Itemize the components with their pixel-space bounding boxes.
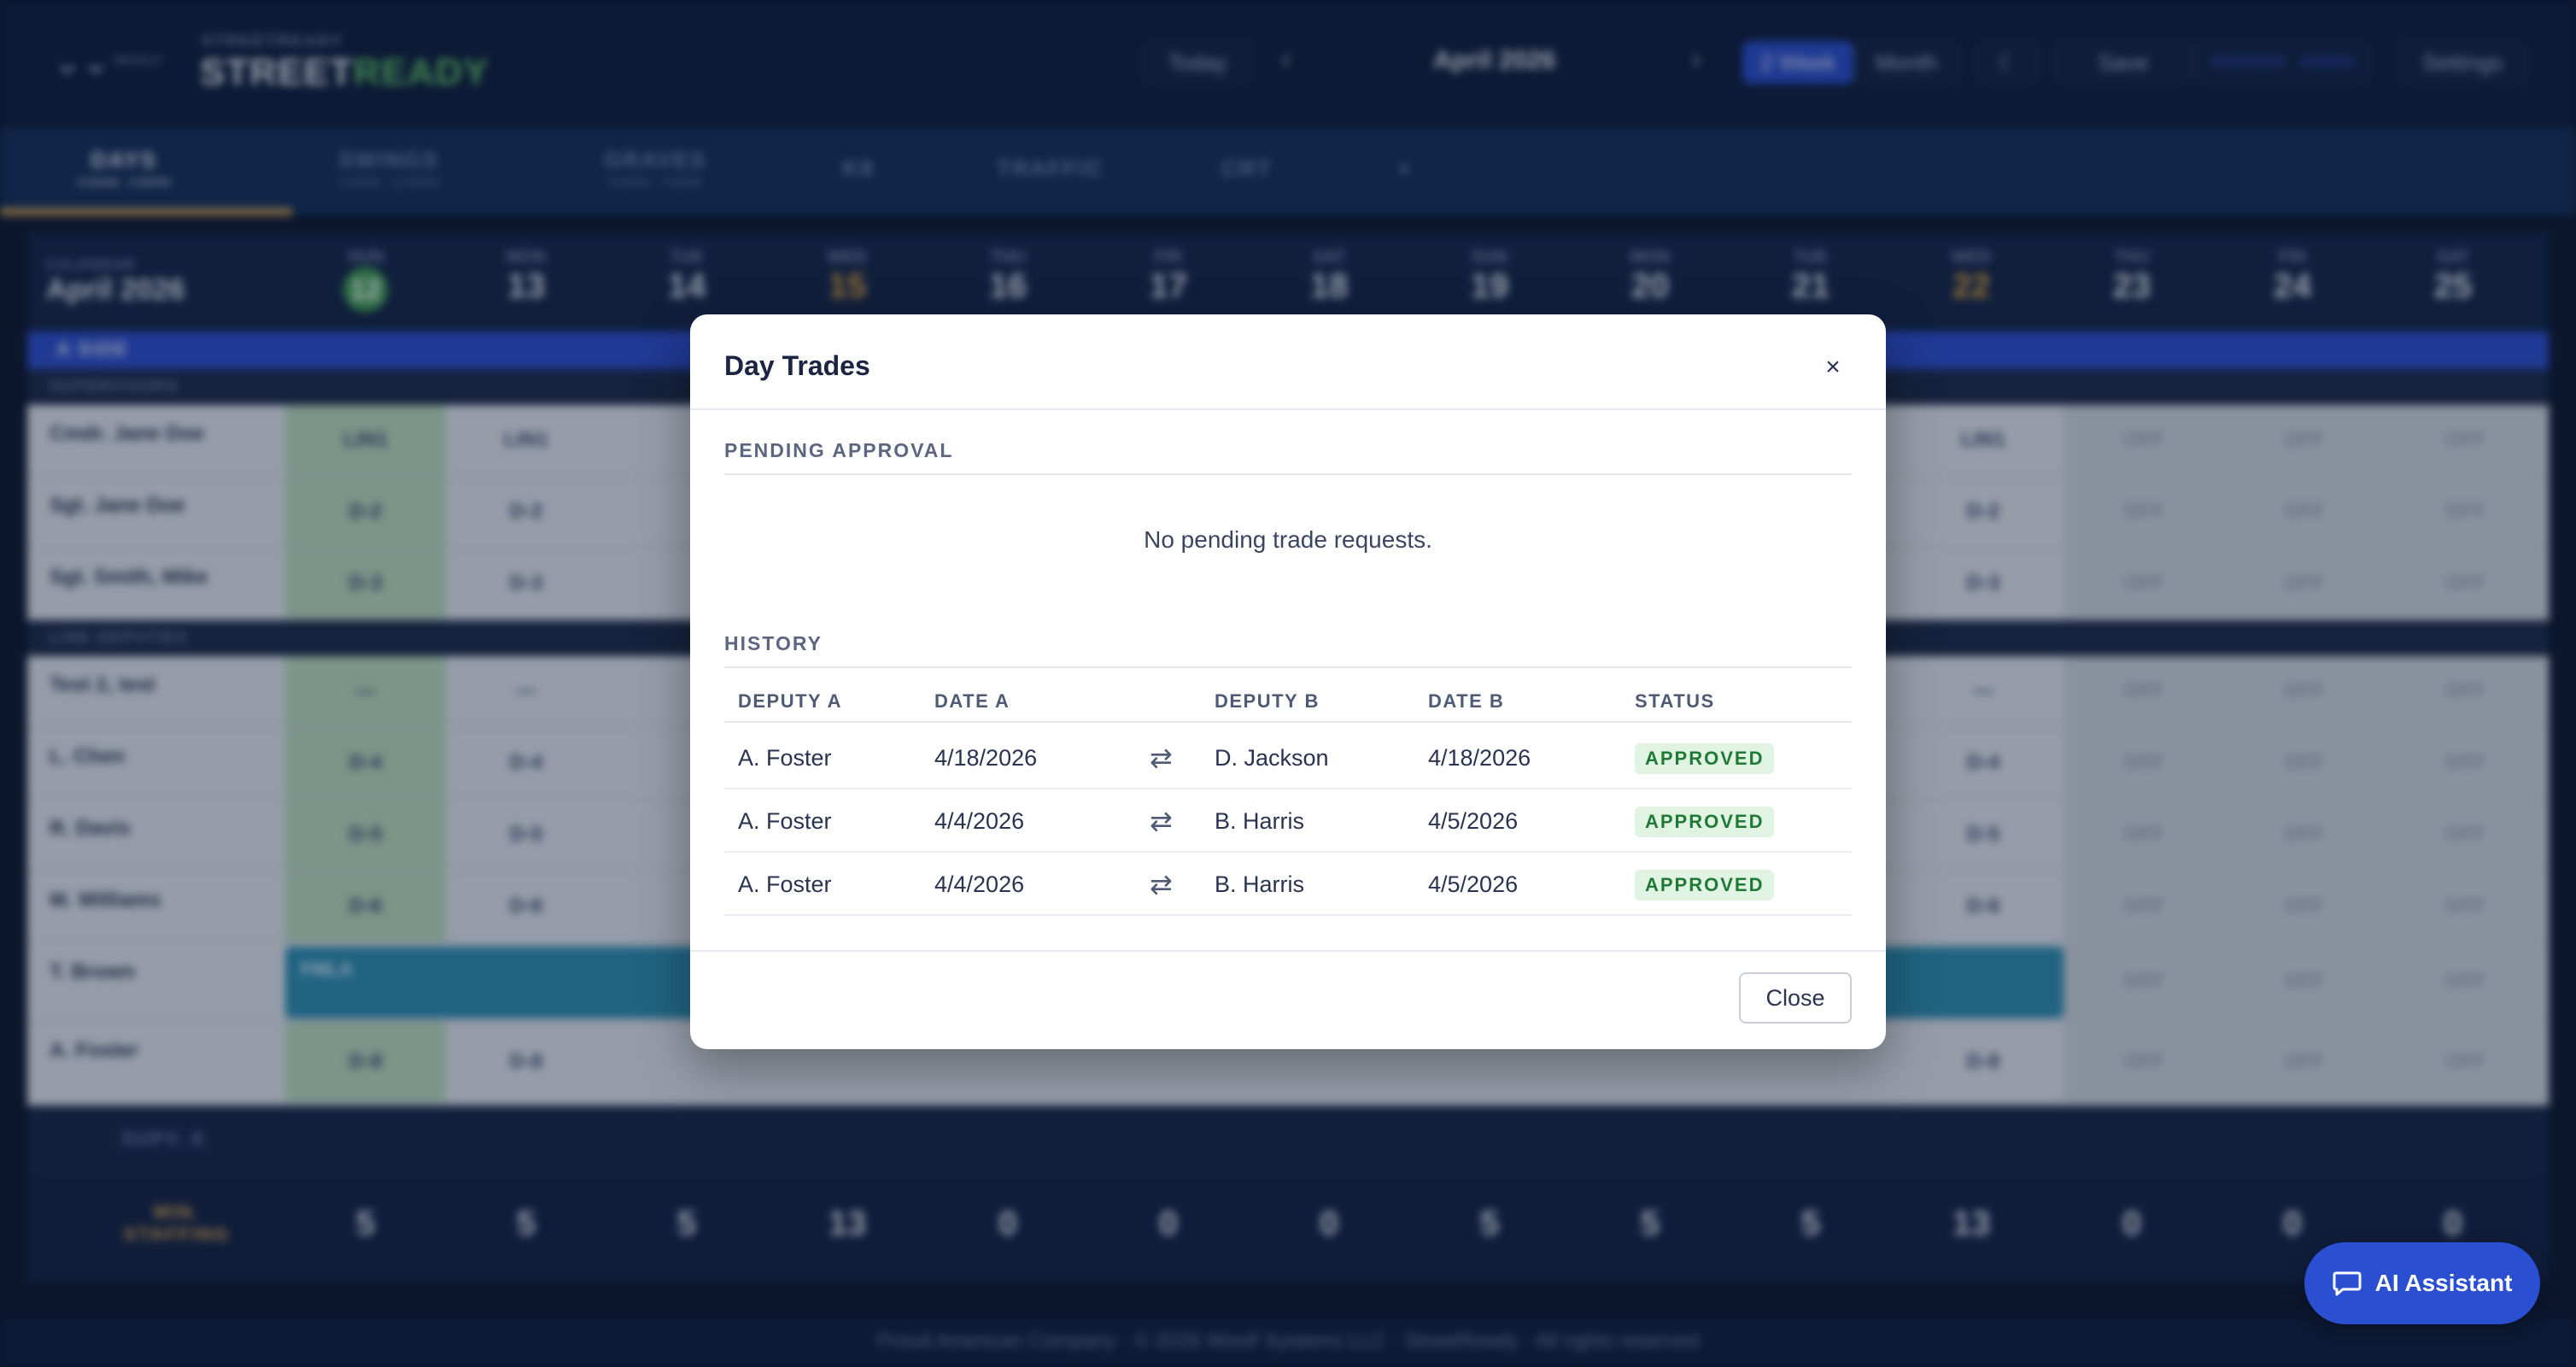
col-deputy-b: DEPUTY B [1215,690,1320,712]
status-badge: APPROVED [1635,807,1775,837]
divider [724,666,1852,668]
col-deputy-a: DEPUTY A [738,690,843,712]
day-trades-dialog: Day Trades × PENDING APPROVAL No pending… [690,314,1886,1049]
table-row: A. Foster 4/4/2026 ⇄ B. Harris 4/5/2026 … [724,853,1852,916]
ai-assistant-button[interactable]: AI Assistant [2304,1242,2540,1324]
status-badge: APPROVED [1635,743,1775,774]
dialog-title: Day Trades [724,350,870,381]
pending-empty-message: No pending trade requests. [1144,526,1432,553]
swap-icon: ⇄ [1150,742,1173,773]
table-row: A. Foster 4/18/2026 ⇄ D. Jackson 4/18/20… [724,726,1852,789]
chat-bubble-icon [2333,1271,2362,1296]
date-b-cell: 4/5/2026 [1428,871,1519,897]
deputy-a-cell: A. Foster [738,871,832,897]
close-button[interactable]: Close [1739,972,1852,1024]
history-heading: HISTORY [724,632,823,654]
col-status: STATUS [1635,690,1715,712]
date-a-cell: 4/18/2026 [934,745,1038,771]
dialog-footer-divider [690,950,1886,952]
ai-assistant-label: AI Assistant [2374,1270,2513,1296]
pending-approval-heading: PENDING APPROVAL [724,439,954,461]
date-b-cell: 4/5/2026 [1428,808,1519,834]
date-b-cell: 4/18/2026 [1428,745,1531,771]
status-badge: APPROVED [1635,870,1775,901]
history-table-header: DEPUTY A DATE A DEPUTY B DATE B STATUS [724,690,1852,723]
divider [724,473,1852,475]
close-icon[interactable]: × [1809,347,1857,388]
dialog-header: Day Trades × [690,314,1886,410]
deputy-a-cell: A. Foster [738,745,832,771]
table-row: A. Foster 4/4/2026 ⇄ B. Harris 4/5/2026 … [724,789,1852,853]
deputy-b-cell: B. Harris [1215,808,1305,834]
deputy-a-cell: A. Foster [738,808,832,834]
col-date-a: DATE A [934,690,1010,712]
swap-icon: ⇄ [1150,869,1173,900]
date-a-cell: 4/4/2026 [934,871,1025,897]
deputy-b-cell: D. Jackson [1215,745,1329,771]
col-date-b: DATE B [1428,690,1505,712]
deputy-b-cell: B. Harris [1215,871,1305,897]
date-a-cell: 4/4/2026 [934,808,1025,834]
swap-icon: ⇄ [1150,806,1173,836]
